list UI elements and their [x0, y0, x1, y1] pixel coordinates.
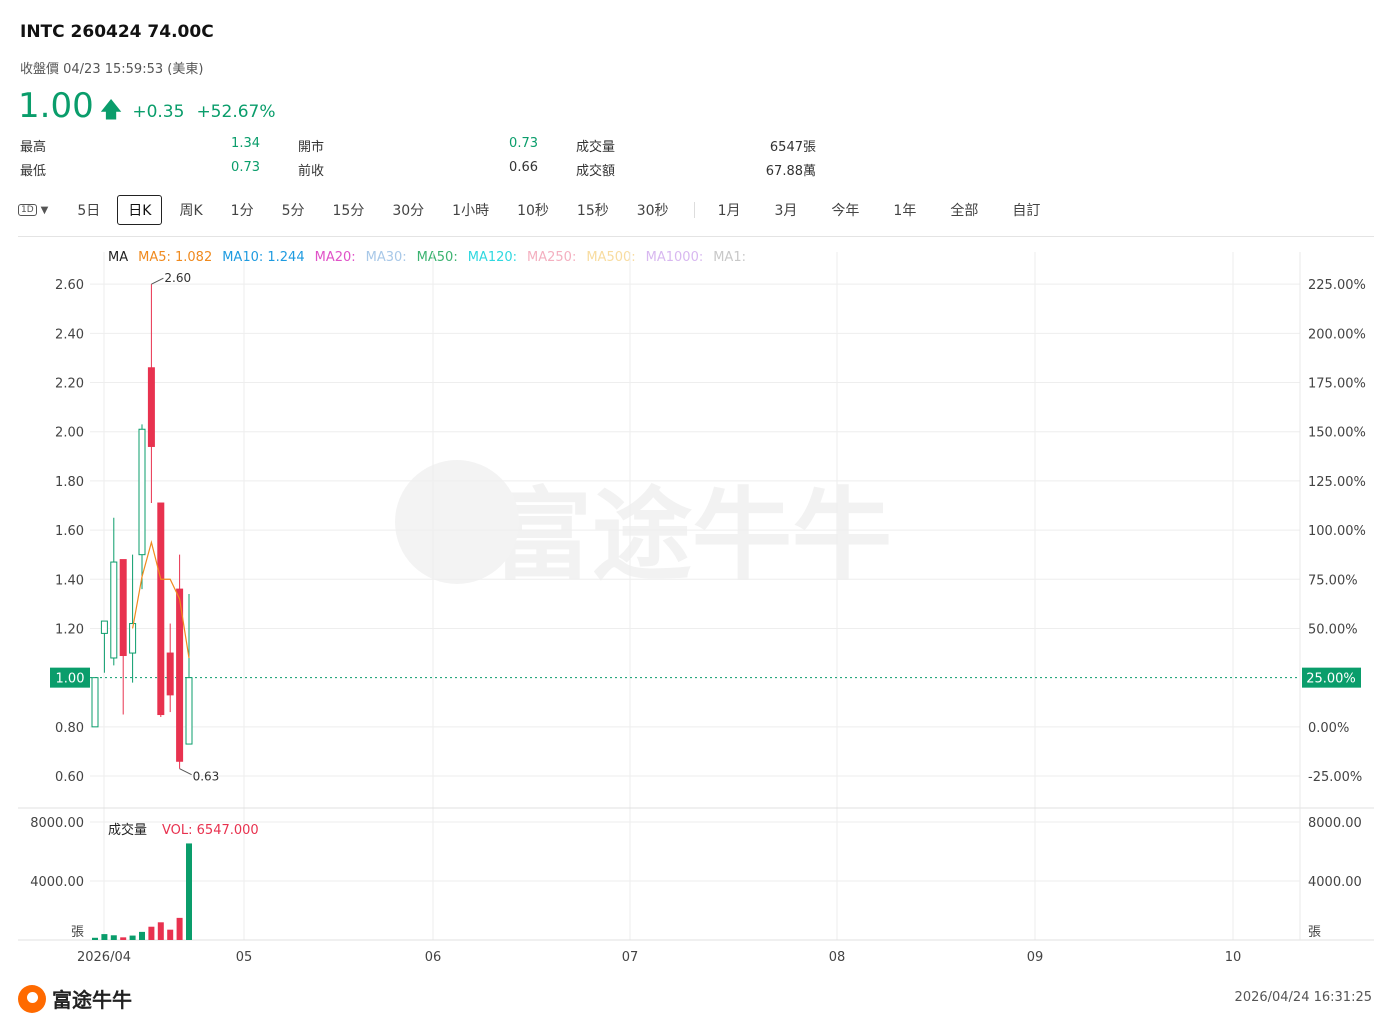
y-tick-label: 1.40: [55, 573, 84, 588]
volume-bar: [120, 937, 127, 940]
current-price-label: 1.00: [56, 672, 85, 687]
y-tick-label: 2.20: [55, 377, 84, 392]
snapshot-time: 2026/04/24 16:31:25: [1234, 990, 1372, 1005]
volume-value-label: VOL: 6547.000: [162, 823, 259, 838]
candle-body: [157, 502, 165, 716]
volume-bar: [110, 935, 117, 940]
volume-title: 成交量: [108, 822, 147, 838]
volume-bar: [186, 843, 192, 940]
high-annotation: 2.60: [164, 271, 191, 285]
watermark-logo-icon: [395, 460, 519, 584]
y-tick-label: 2.40: [55, 327, 84, 342]
y-tick-label: 1.80: [55, 475, 84, 490]
x-tick-label: 08: [829, 950, 846, 965]
volume-bar: [167, 929, 174, 940]
low-annotation-leader: [179, 768, 192, 776]
x-tick-label: 10: [1225, 950, 1242, 965]
volume-right-tick-label: 4000.00: [1308, 875, 1362, 890]
volume-bar: [92, 937, 98, 940]
y-right-tick-label: 175.00%: [1308, 377, 1366, 392]
volume-unit-label: 張: [71, 925, 84, 940]
y-right-tick-label: 75.00%: [1308, 573, 1358, 588]
volume-bar: [129, 935, 136, 940]
y-right-tick-label: 225.00%: [1308, 278, 1366, 293]
volume-tick-label: 8000.00: [30, 816, 84, 831]
y-right-tick-label: 0.00%: [1308, 721, 1349, 736]
candle-body: [91, 677, 99, 728]
y-tick-label: 2.60: [55, 278, 84, 293]
y-right-tick-label: 150.00%: [1308, 426, 1366, 441]
volume-bar: [139, 931, 145, 940]
y-right-tick-label: -25.00%: [1308, 770, 1362, 785]
candle-body: [100, 620, 108, 634]
y-right-tick-label: 200.00%: [1308, 327, 1366, 342]
volume-bar: [148, 926, 155, 940]
volume-bar: [157, 922, 164, 940]
candle-body: [185, 677, 193, 745]
current-pct-label: 25.00%: [1306, 672, 1356, 687]
candlestick-chart[interactable]: 富途牛牛 2.60 225.00% 2.40 200.00% 2.20 175.00% 2.0…: [0, 0, 1392, 1031]
low-annotation: 0.63: [193, 770, 220, 784]
x-tick-label: 09: [1027, 950, 1044, 965]
x-tick-label: 07: [622, 950, 639, 965]
candle-body: [166, 652, 174, 696]
y-tick-label: 0.80: [55, 721, 84, 736]
y-right-tick-label: 125.00%: [1308, 475, 1366, 490]
y-tick-label: 1.60: [55, 524, 84, 539]
y-right-tick-label: 100.00%: [1308, 524, 1366, 539]
x-tick-label: 06: [425, 950, 442, 965]
candle-body: [138, 428, 146, 556]
watermark-text: 富途牛牛: [492, 477, 892, 594]
brand-logo: 富途牛牛: [18, 984, 132, 1013]
volume-right-tick-label: 8000.00: [1308, 816, 1362, 831]
volume-bar: [176, 917, 183, 940]
volume-right-unit-label: 張: [1308, 925, 1321, 940]
y-tick-label: 2.00: [55, 426, 84, 441]
brand-name: 富途牛牛: [52, 988, 132, 1012]
volume-tick-label: 4000.00: [30, 875, 84, 890]
y-tick-label: 1.20: [55, 622, 84, 637]
x-tick-label: 05: [236, 950, 253, 965]
y-tick-label: 0.60: [55, 770, 84, 785]
x-tick-label: 2026/04: [77, 950, 131, 965]
candle-body: [119, 559, 127, 657]
high-annotation-leader: [151, 277, 164, 285]
logo-icon: [18, 984, 46, 1013]
y-right-tick-label: 50.00%: [1308, 622, 1358, 637]
candle-body: [110, 561, 118, 659]
volume-bar: [101, 934, 108, 940]
candle-body: [147, 367, 155, 447]
